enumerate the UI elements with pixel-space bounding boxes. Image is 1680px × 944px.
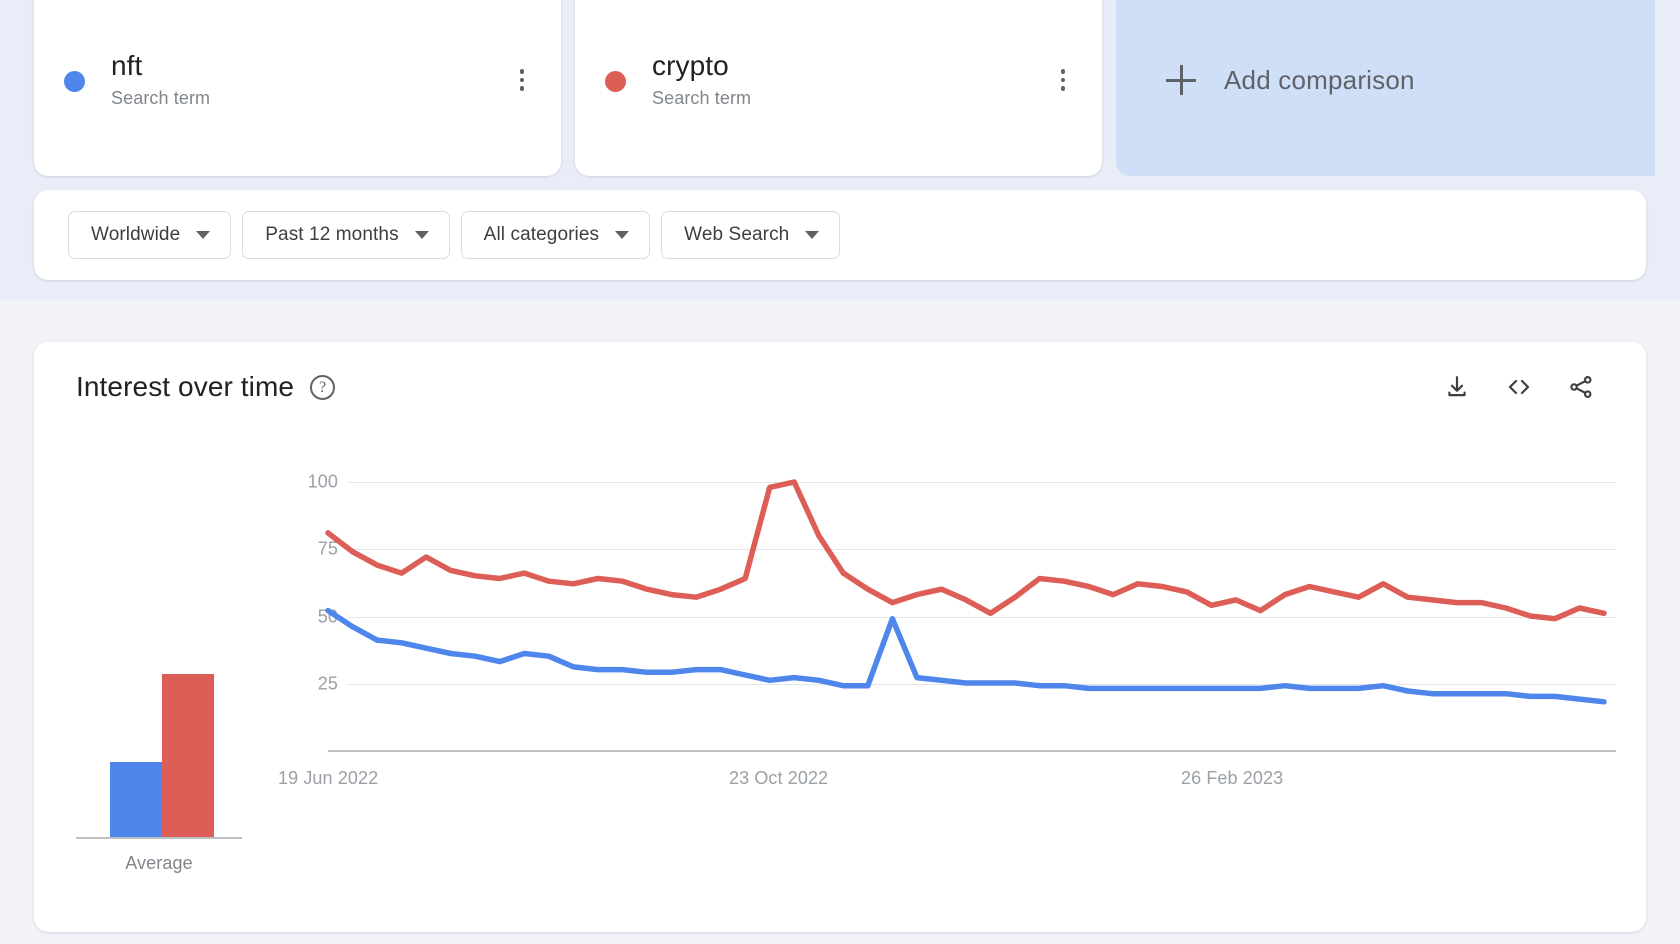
page-title: Interest over time xyxy=(76,371,295,402)
add-comparison-label: Add comparison xyxy=(1224,64,1415,95)
chevron-down-icon xyxy=(196,231,211,239)
help-circle-icon[interactable]: ? xyxy=(310,374,336,400)
x-axis-tick-end: 26 Feb 2023 xyxy=(1181,768,1284,788)
google-trends-page: nft Search term crypto Search term Add c… xyxy=(0,0,1680,944)
x-axis-tick-start: 19 Jun 2022 xyxy=(278,768,379,788)
share-icon[interactable] xyxy=(1564,370,1598,404)
filter-time-range-label: Past 12 months xyxy=(265,224,399,245)
search-term-text-crypto: crypto Search term xyxy=(652,49,1050,111)
x-axis-tick-middle: 23 Oct 2022 xyxy=(729,768,829,788)
average-bar-chart: Average xyxy=(76,432,266,892)
add-comparison-button[interactable]: Add comparison xyxy=(1116,0,1655,176)
plot-area: Average 100 75 50 25 19 Jun 2022 23 Oct … xyxy=(34,432,1646,932)
average-label: Average xyxy=(125,853,193,873)
search-term-subtitle-crypto: Search term xyxy=(652,88,752,108)
search-terms-row: nft Search term crypto Search term Add c… xyxy=(34,0,1655,176)
kebab-menu-icon[interactable] xyxy=(509,63,535,97)
average-bar-nft xyxy=(110,762,162,837)
embed-code-icon[interactable] xyxy=(1502,370,1536,404)
interest-over-time-card: Interest over time ? Average 100 75 50 2… xyxy=(34,342,1646,932)
chevron-down-icon xyxy=(805,231,820,239)
series-lines xyxy=(325,479,1607,705)
search-term-text-nft: nft Search term xyxy=(111,49,509,111)
line-chart[interactable]: 100 75 50 25 19 Jun 2022 23 Oct 2022 26 … xyxy=(278,432,1616,892)
series-color-dot-nft xyxy=(64,70,85,92)
filter-bar: Worldwide Past 12 months All categories … xyxy=(34,190,1646,280)
filter-search-type-label: Web Search xyxy=(684,224,790,245)
series-line-nft xyxy=(325,607,1607,705)
filter-location-label: Worldwide xyxy=(91,224,181,245)
average-bars xyxy=(76,547,266,837)
download-icon[interactable] xyxy=(1440,370,1474,404)
filter-category[interactable]: All categories xyxy=(460,211,651,259)
filter-search-type[interactable]: Web Search xyxy=(661,211,841,259)
search-term-title-nft: nft xyxy=(111,50,143,81)
chevron-down-icon xyxy=(615,231,630,239)
search-term-card-nft[interactable]: nft Search term xyxy=(34,0,561,176)
chart-header: Interest over time ? xyxy=(34,342,1646,432)
filter-time-range[interactable]: Past 12 months xyxy=(242,211,450,259)
chevron-down-icon xyxy=(414,231,429,239)
kebab-menu-icon[interactable] xyxy=(1050,63,1076,97)
average-bar-crypto xyxy=(162,673,214,837)
search-term-title-crypto: crypto xyxy=(652,50,729,81)
search-term-subtitle-nft: Search term xyxy=(111,88,211,108)
plus-icon xyxy=(1166,65,1196,95)
series-line-crypto xyxy=(325,479,1607,622)
search-term-card-crypto[interactable]: crypto Search term xyxy=(575,0,1102,176)
series-color-dot-crypto xyxy=(605,70,626,92)
filter-location[interactable]: Worldwide xyxy=(68,211,232,259)
filter-category-label: All categories xyxy=(483,224,600,245)
average-axis-line xyxy=(76,837,242,839)
